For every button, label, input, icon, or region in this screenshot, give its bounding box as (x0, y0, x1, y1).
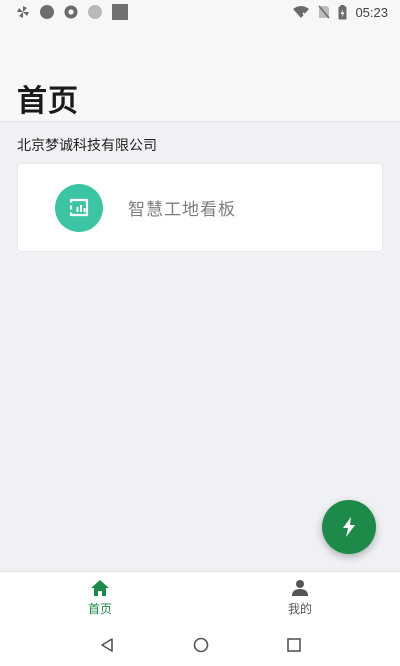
system-nav-bar (0, 623, 400, 666)
status-time: 05:23 (355, 4, 388, 20)
record-icon (64, 5, 78, 19)
circle-icon (88, 5, 102, 19)
bottom-nav: 首页 我的 (0, 571, 400, 623)
home-icon (91, 579, 109, 596)
dashboard-icon (55, 183, 103, 232)
status-left-icons (16, 4, 128, 20)
wifi-off-icon (293, 6, 310, 18)
status-right-icons: 05:23 (292, 4, 388, 20)
nav-item-mine[interactable]: 我的 (200, 572, 400, 623)
status-bar: 05:23 (0, 0, 400, 24)
nav-item-label: 首页 (87, 601, 112, 616)
nav-item-home[interactable]: 首页 (0, 572, 200, 623)
nav-item-label: 我的 (287, 601, 312, 616)
app-label: 智慧工地看板 (128, 200, 236, 220)
lightning-icon (343, 517, 355, 537)
back-icon[interactable] (99, 637, 115, 653)
battery-charging-icon (338, 4, 347, 19)
home-button-icon[interactable] (193, 637, 209, 653)
quick-action-button[interactable] (322, 500, 376, 554)
company-name: 北京梦诚科技有限公司 (17, 138, 157, 154)
app-screen: 05:23 首页 北京梦诚科技有限公司 智慧工地看板 首页 我的 (0, 0, 400, 666)
page-title: 首页 (17, 84, 79, 119)
app-card-smart-site-dashboard[interactable]: 智慧工地看板 (17, 163, 383, 252)
recents-icon[interactable] (287, 637, 301, 652)
square-icon (112, 4, 128, 20)
app-header: 首页 (0, 24, 400, 122)
sim-off-icon (318, 5, 331, 19)
pinwheel-icon (17, 6, 29, 18)
notification-badge-icon (40, 5, 54, 19)
person-icon (292, 579, 308, 596)
